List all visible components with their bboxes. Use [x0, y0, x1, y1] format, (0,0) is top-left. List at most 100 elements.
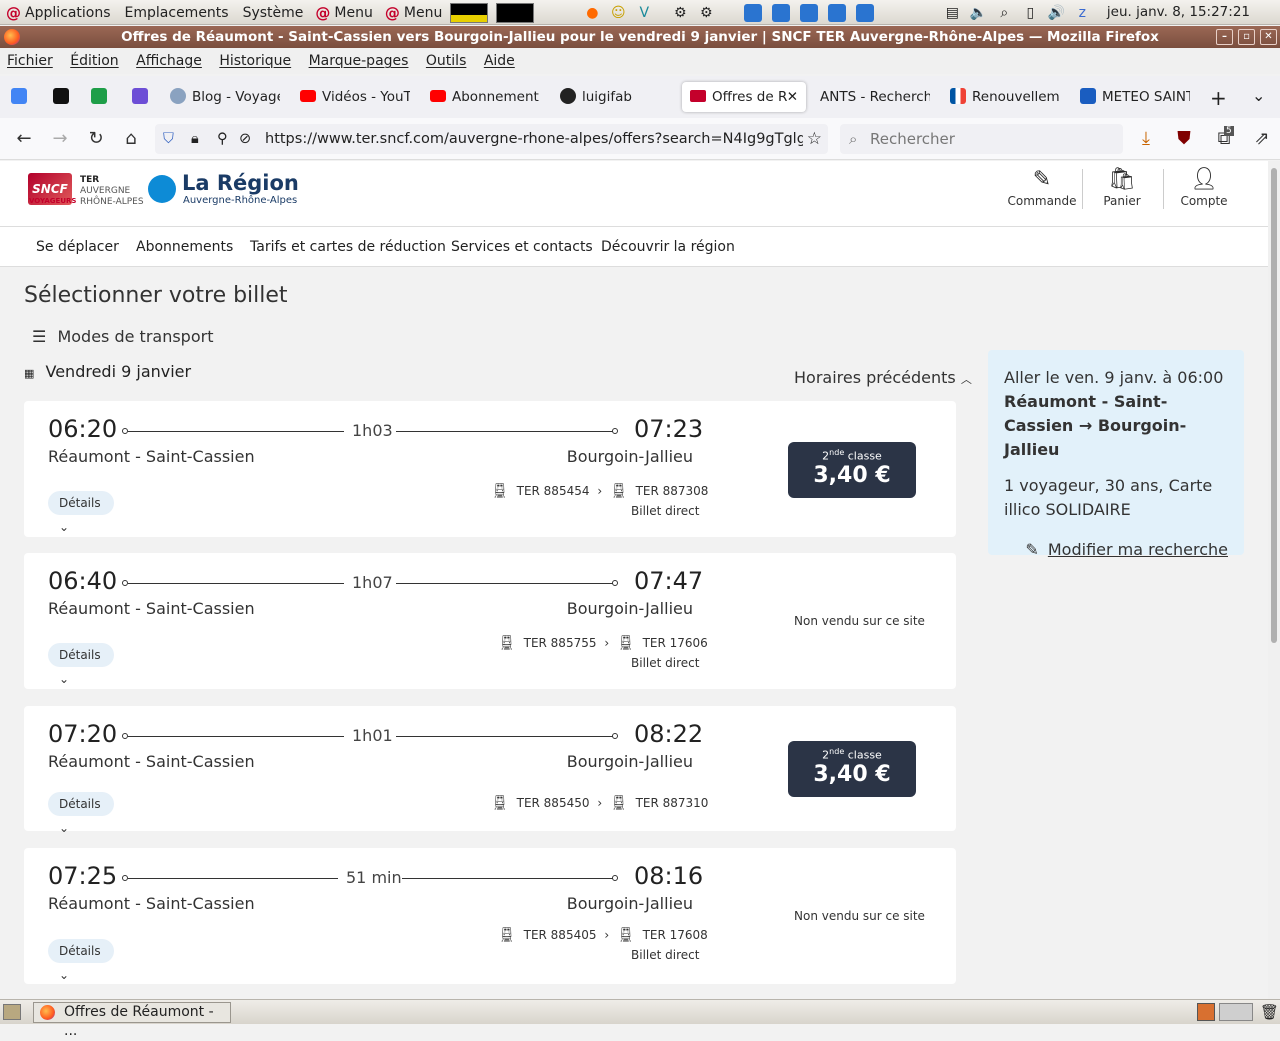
journey-card[interactable]: 06:40 1h07 07:47 Réaumont - Saint-Cassie… [24, 553, 956, 689]
details-button[interactable]: Détails ⌄ [48, 939, 114, 982]
taskbar-window-label: Offres de Réaumont - ... [64, 1004, 214, 1039]
train-icon-2: 🚆︎ [609, 795, 628, 811]
tab-meteo[interactable]: METEO SAINT [1102, 82, 1190, 112]
lock-icon[interactable]: 🔒︎ [191, 124, 199, 154]
clock[interactable]: jeu. janv. 8, 15:27:21 [1107, 4, 1250, 20]
region-title[interactable]: La Région [182, 171, 299, 195]
tab-ants[interactable]: ANTS - Recherche [820, 82, 930, 112]
tab-renouvellement[interactable]: Renouvelleme [972, 82, 1060, 112]
bookmark-star-icon[interactable]: ☆ [802, 124, 822, 154]
nav-decouvrir[interactable]: Découvrir la région [601, 239, 735, 255]
details-button[interactable]: Détails ⌄ [48, 643, 114, 686]
system-menu[interactable]: Système [243, 5, 304, 21]
vscode-launcher-icon[interactable]: V [634, 3, 654, 23]
journey-card[interactable]: 07:20 1h01 08:22 Réaumont - Saint-Cassie… [24, 706, 956, 835]
volume-icon[interactable]: 🔈 [968, 3, 988, 23]
tab-blog[interactable]: Blog - Voyage [192, 82, 280, 112]
pinned-tab-icon-3[interactable] [91, 88, 107, 104]
downloads-icon[interactable]: ⤓ [1135, 128, 1157, 150]
permissions-icon[interactable]: ⚲ [217, 124, 228, 154]
scrollbar-thumb[interactable] [1271, 168, 1277, 643]
journey-card[interactable]: 06:20 1h03 07:23 Réaumont - Saint-Cassie… [24, 401, 956, 537]
maximize-icon[interactable]: ▫ [1238, 29, 1255, 45]
line-end-dot [612, 428, 618, 434]
url-bar[interactable]: ⛉ 🔒︎ ⚲ ⊘ https://www.ter.sncf.com/auverg… [155, 124, 828, 154]
transport-modes-button[interactable]: ☰ Modes de transport [32, 327, 213, 346]
home-icon[interactable]: ⌂ [120, 128, 142, 150]
price-button[interactable]: 2nde classe 3,40 € [788, 741, 916, 797]
back-icon[interactable]: ← [13, 128, 35, 150]
list-tabs-icon[interactable]: ⌄ [1252, 86, 1265, 105]
minimize-icon[interactable]: – [1216, 29, 1233, 45]
battery-icon[interactable]: ▯ [1020, 3, 1040, 23]
firefox-launcher-icon[interactable]: ● [582, 3, 602, 23]
shield-icon[interactable]: ⛉ [163, 124, 174, 154]
train-list: 🚆︎ TER 885454 › 🚆︎ TER 887308 [491, 483, 708, 499]
pinned-tab-icon-2[interactable] [53, 88, 69, 104]
menu-edit[interactable]: Édition [63, 48, 124, 69]
gimp-launcher-icon[interactable]: ☺ [608, 3, 628, 23]
forward-icon[interactable]: → [49, 128, 71, 150]
menu-history[interactable]: Historique [212, 48, 297, 69]
close-tab-icon[interactable]: ✕ [787, 82, 798, 112]
workspace-switcher[interactable] [1219, 1003, 1253, 1021]
menu-file[interactable]: Fichier [0, 48, 59, 69]
taskbar-window-button[interactable]: Offres de Réaumont - ... [33, 1002, 231, 1039]
details-button[interactable]: Détails ⌄ [48, 792, 114, 835]
nav-se-deplacer[interactable]: Se déplacer [36, 239, 119, 255]
price-button[interactable]: 2nde classe 3,40 € [788, 442, 916, 498]
search-tray-icon[interactable]: ⌕ [994, 3, 1014, 23]
share-icon[interactable]: ⇗ [1251, 128, 1273, 150]
menu-bookmarks[interactable]: Marque-pages [302, 48, 415, 69]
previous-schedules-button[interactable]: Horaires précédents ︿ [794, 368, 972, 387]
pinned-tab-icon-4[interactable] [132, 88, 148, 104]
menu-tools[interactable]: Outils [419, 48, 472, 69]
workspace-4-icon[interactable] [828, 3, 847, 22]
journey-card[interactable]: 07:25 51 min 08:16 Réaumont - Saint-Cass… [24, 848, 956, 984]
menu-button-1[interactable]: Menu [334, 5, 372, 21]
region-subtitle: Auvergne-Rhône-Alpes [183, 195, 298, 206]
menu-help[interactable]: Aide [477, 48, 521, 69]
network-icon-2[interactable]: ⚙ [696, 3, 716, 23]
tab-youtube[interactable]: Vidéos - YouTu [322, 82, 410, 112]
sleep-icon[interactable]: z [1072, 3, 1092, 23]
workspace-1-icon[interactable] [744, 3, 763, 22]
details-button[interactable]: Détails ⌄ [48, 491, 114, 534]
compte-button[interactable]: 👤︎ Compte [1164, 161, 1244, 223]
reload-icon[interactable]: ↻ [85, 128, 107, 150]
search-input[interactable]: ⌕ Rechercher [840, 124, 1123, 154]
web-page: SNCF VOYAGEURS TER AUVERGNE RHÔNE-ALPES … [0, 161, 1268, 999]
places-menu[interactable]: Emplacements [125, 5, 229, 21]
tab-abonnements[interactable]: Abonnement [452, 82, 540, 112]
firefox-workspace-icon[interactable] [1197, 1003, 1215, 1021]
origin-station: Réaumont - Saint-Cassien [48, 752, 255, 771]
workspace-5-icon[interactable] [856, 3, 875, 22]
commande-button[interactable]: ✎ Commande [1002, 161, 1082, 223]
workspace-2-icon[interactable] [772, 3, 791, 22]
monitor-icon[interactable]: ▤ [942, 3, 962, 23]
arrival-time: 08:16 [634, 862, 704, 890]
nav-tarifs[interactable]: Tarifs et cartes de réduction [250, 239, 446, 255]
menu-button-2[interactable]: Menu [404, 5, 442, 21]
ublock-icon[interactable]: ⛊ [1173, 128, 1195, 150]
network-icon-1[interactable]: ⚙ [670, 3, 690, 23]
calendar-pinned-tab-icon[interactable] [11, 88, 27, 104]
tracking-icon[interactable]: ⊘ [239, 124, 251, 154]
trash-icon[interactable]: 🗑︎ [1260, 1003, 1279, 1021]
nav-services[interactable]: Services et contacts [451, 239, 593, 255]
modify-search-link[interactable]: ✎ Modifier ma recherche [1004, 538, 1228, 562]
timeline-left [128, 431, 344, 432]
panier-button[interactable]: 🛍︎ Panier [1082, 161, 1162, 223]
nav-abonnements[interactable]: Abonnements [136, 239, 233, 255]
close-window-icon[interactable]: ✕ [1260, 29, 1277, 45]
tab-github[interactable]: luigifab [582, 82, 670, 112]
volume-icon-2[interactable]: 🔊 [1046, 3, 1066, 23]
workspace-3-icon[interactable] [800, 3, 819, 22]
new-tab-icon[interactable]: + [1210, 86, 1227, 110]
show-desktop-icon[interactable] [3, 1004, 21, 1020]
class-label: 2nde classe [788, 448, 916, 463]
applications-menu[interactable]: Applications [25, 5, 111, 21]
tab-offres-active[interactable]: Offres de R ✕ [682, 82, 806, 112]
menu-view[interactable]: Affichage [129, 48, 208, 69]
summary-date: Aller le ven. 9 janv. à 06:00 [1004, 368, 1224, 387]
